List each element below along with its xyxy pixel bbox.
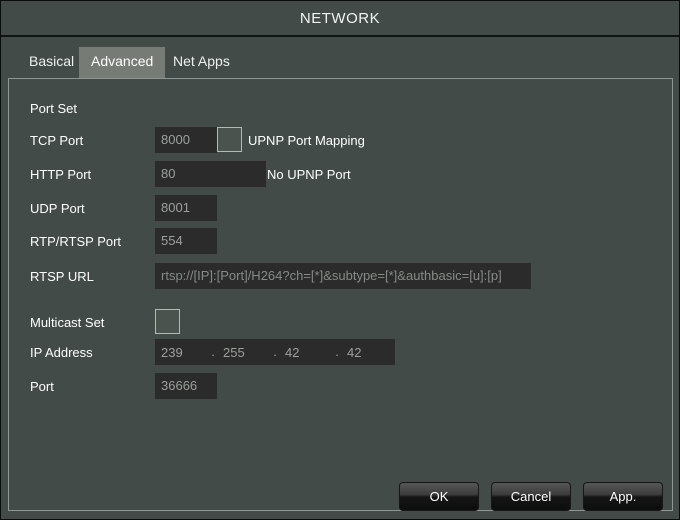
label-no-upnp-port: No UPNP Port [267,167,351,182]
ok-button[interactable]: OK [399,482,479,511]
tab-net-apps[interactable]: Net Apps [161,47,242,79]
ip-separator-3: . [335,344,339,359]
label-rtp-rtsp-port: RTP/RTSP Port [30,234,122,249]
multicast-set-checkbox[interactable] [155,309,180,334]
multicast-ip-address-field[interactable]: . . . [155,339,395,365]
label-upnp-port-mapping: UPNP Port Mapping [248,133,365,148]
section-title-port-set: Port Set [30,101,77,116]
label-udp-port: UDP Port [30,201,85,216]
title-bar: NETWORK [1,1,679,37]
udp-port-input[interactable] [155,195,217,221]
label-rtsp-url: RTSP URL [30,269,94,284]
ip-separator-1: . [211,344,215,359]
ip-octet-4[interactable] [341,343,395,361]
rtsp-url-input[interactable] [155,263,531,289]
http-port-input[interactable] [155,161,266,187]
cancel-button[interactable]: Cancel [491,482,571,511]
page-title: NETWORK [299,10,381,27]
ip-separator-2: . [273,344,277,359]
ip-octet-2[interactable] [217,343,271,361]
label-http-port: HTTP Port [30,167,92,182]
multicast-port-input[interactable] [155,373,217,399]
label-multicast-port: Port [30,379,54,394]
tab-advanced[interactable]: Advanced [79,47,166,79]
apply-button[interactable]: App. [583,482,663,511]
tab-basical[interactable]: Basical [17,47,86,79]
tcp-port-input[interactable] [155,127,217,153]
label-tcp-port: TCP Port [30,133,84,148]
label-ip-address: IP Address [30,345,93,360]
advanced-settings-panel: Port Set TCP Port UPNP Port Mapping HTTP… [8,78,673,511]
tab-strip: Basical Advanced Net Apps [1,39,679,79]
ip-octet-1[interactable] [155,343,209,361]
rtp-rtsp-port-input[interactable] [155,228,217,254]
ip-octet-3[interactable] [279,343,333,361]
upnp-port-mapping-checkbox[interactable] [217,127,242,152]
network-settings-window: NETWORK Basical Advanced Net Apps Port S… [0,0,680,520]
label-multicast-set: Multicast Set [30,315,105,330]
